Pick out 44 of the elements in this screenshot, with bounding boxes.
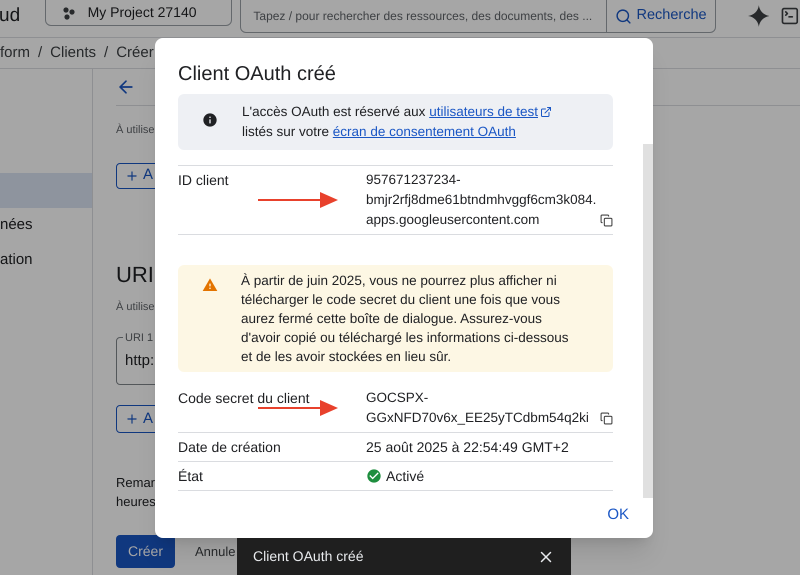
snackbar-message: Client OAuth créé: [253, 547, 364, 566]
warning-icon: [202, 277, 218, 293]
project-dots-icon: [62, 6, 76, 20]
secret-value: 957671237234- bmjr2rfj8dme61btndmhvggf6cm3k084. apps.googleusercontent.com: [366, 171, 596, 229]
search-icon: [615, 8, 632, 24]
copy-icon[interactable]: [600, 412, 613, 425]
search-field[interactable]: Tapez / pour rechercher des ressources, des documents, des ...: [240, 0, 608, 33]
plus-icon: [125, 168, 139, 182]
field-label: Code secret du client: [178, 389, 310, 408]
dialog-title: Client OAuth créé: [177, 62, 337, 86]
hint-text: À utilise: [116, 122, 155, 138]
breadcrumb-separator: /: [38, 42, 42, 63]
breadcrumb-link[interactable]: form: [0, 42, 30, 64]
warning-text: À partir de juin 2025, vous ne pourrez plus afficher ni télécharger le code secret du client une fois que vous aurez fermé cette boîte de dialogue. Assurez-vous d'avoir copié ou téléchargé les informations ci-dessous et de les avoir stockées en lieu sûr.: [241, 272, 570, 366]
hint-text: À utilise: [116, 300, 155, 314]
create-button[interactable]: Créer: [116, 535, 176, 568]
sidebar-item[interactable]: nées: [0, 208, 92, 243]
field-label: Date de création: [178, 438, 281, 457]
note-text: Remar heures: [116, 474, 156, 511]
plus-icon: [125, 412, 139, 426]
field-value: 25 août 2025 à 22:54:49 GMT+2: [366, 438, 569, 457]
section-heading: URI: [116, 260, 154, 288]
scrollbar[interactable]: [643, 144, 653, 498]
breadcrumb-link[interactable]: Créer: [116, 42, 154, 64]
search-button[interactable]: Recherche: [607, 0, 716, 33]
info-text: L'accès OAuth est réservé aux utilisateurs de test listés sur votre écran de consentement OAuth: [242, 102, 552, 142]
sidebar-item[interactable]: ation: [0, 243, 92, 278]
breadcrumb-separator: /: [104, 42, 108, 63]
brand-text: ud: [0, 4, 22, 28]
project-picker[interactable]: My Project 27140: [44, 0, 232, 26]
secret-value: GOCSPX- GGxNFD70v6x_EE25yTCdbm54q2ki: [366, 389, 589, 427]
ok-button[interactable]: OK: [603, 504, 633, 526]
status-text: Activé: [386, 467, 424, 486]
test-users-link[interactable]: utilisateurs de test: [429, 104, 538, 119]
info-icon: [202, 112, 218, 128]
field-label: ID client: [178, 171, 229, 190]
terminal-icon[interactable]: [780, 6, 800, 26]
sparkle-icon[interactable]: [748, 5, 770, 27]
consent-screen-link[interactable]: écran de consentement OAuth: [332, 124, 516, 139]
cancel-button[interactable]: Annule: [195, 542, 236, 562]
breadcrumb-link[interactable]: Clients: [50, 42, 96, 64]
field-label: État: [178, 467, 203, 486]
external-link-icon: [540, 106, 552, 118]
copy-icon[interactable]: [600, 214, 614, 227]
